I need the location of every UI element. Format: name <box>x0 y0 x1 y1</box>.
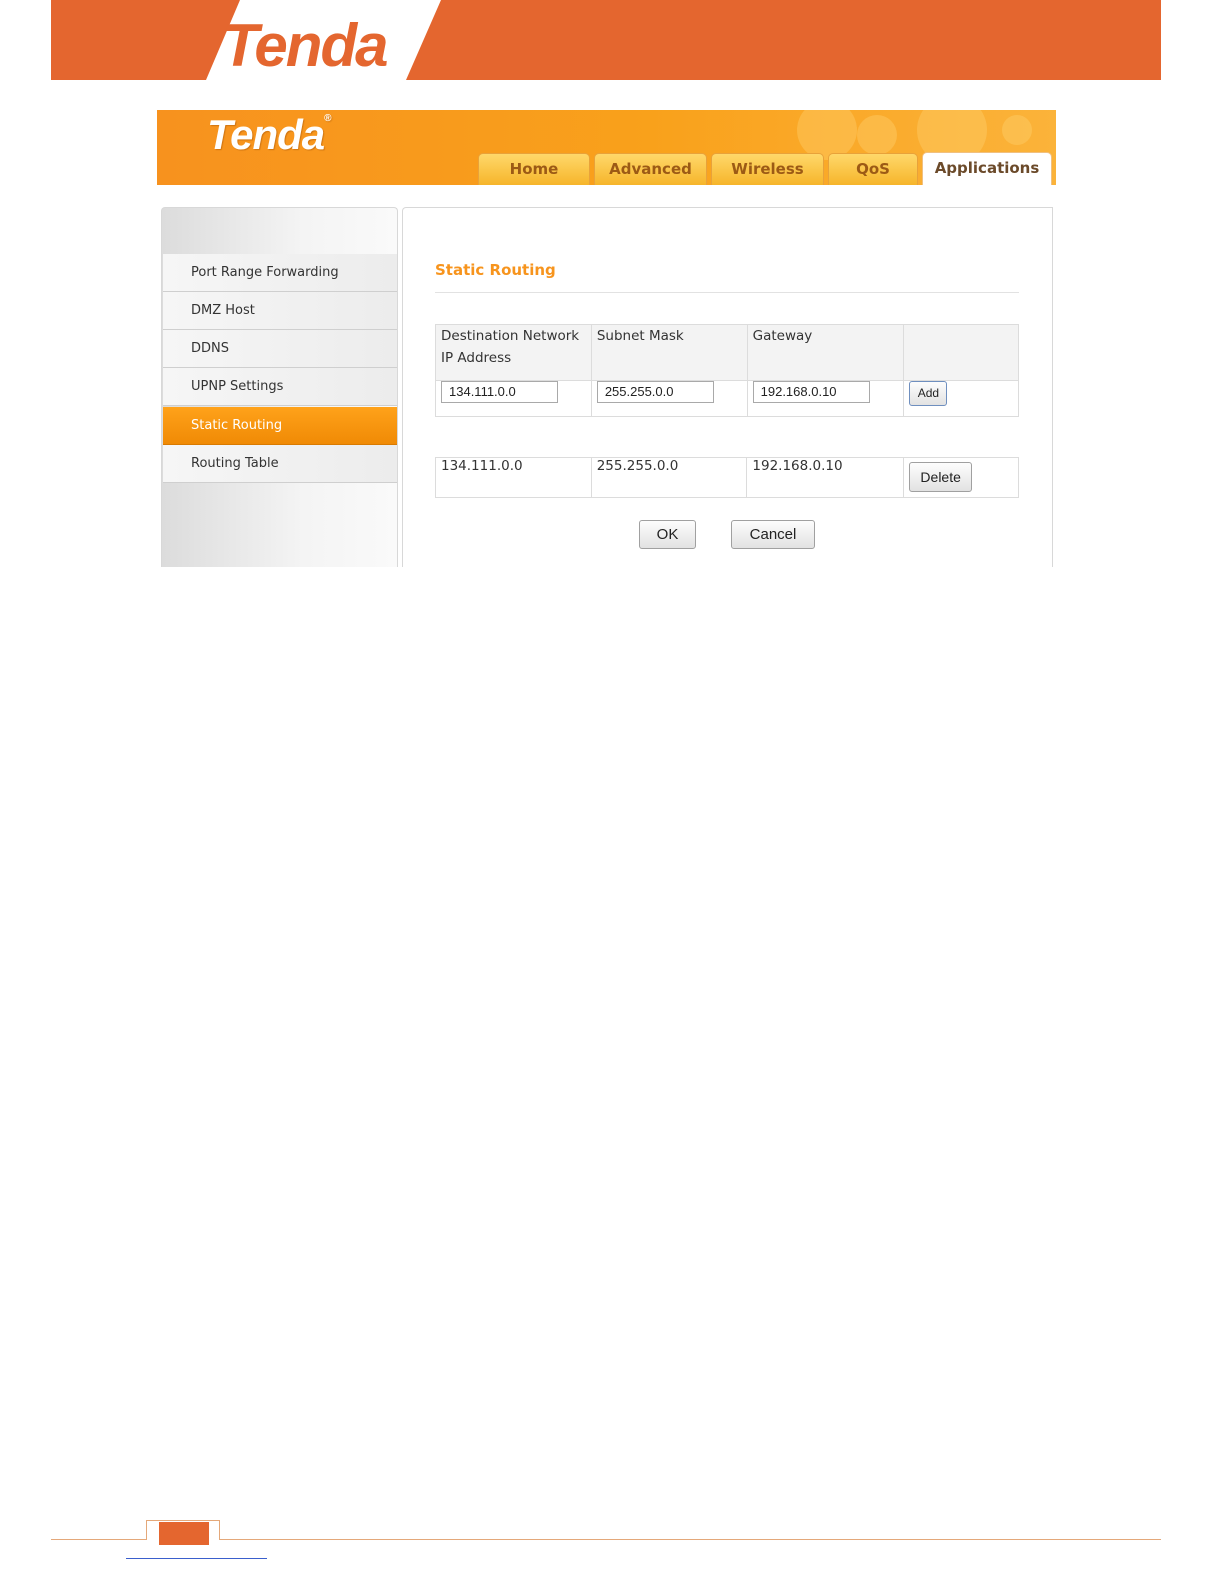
route-action-cell: Delete <box>903 457 1019 498</box>
router-logo: Tenda® <box>207 111 332 158</box>
sidebar-item-port-range-forwarding[interactable]: Port Range Forwarding <box>163 254 397 292</box>
tab-home[interactable]: Home <box>478 153 590 185</box>
route-destination: 134.111.0.0 <box>435 457 592 498</box>
ok-button[interactable]: OK <box>639 520 696 549</box>
cancel-button[interactable]: Cancel <box>731 520 815 549</box>
destination-cell: 134.111.0.0 <box>435 380 592 417</box>
sidebar-item-static-routing[interactable]: Static Routing <box>163 407 397 445</box>
column-header-destination: Destination Network IP Address <box>435 324 592 381</box>
sidebar-item-upnp-settings[interactable]: UPNP Settings <box>163 368 397 406</box>
route-entry-table: Destination Network IP Address Subnet Mas… <box>435 324 1019 417</box>
tab-qos[interactable]: QoS <box>828 153 918 185</box>
tab-wireless[interactable]: Wireless <box>711 153 824 185</box>
sidebar-item-routing-table[interactable]: Routing Table <box>163 445 397 483</box>
table-row: 134.111.0.0 255.255.0.0 192.168.0.10 Del… <box>435 457 1019 498</box>
delete-button[interactable]: Delete <box>909 462 973 492</box>
gateway-cell: 192.168.0.10 <box>746 380 905 417</box>
document-logo: Tenda <box>222 12 388 79</box>
route-list-table: 134.111.0.0 255.255.0.0 192.168.0.10 Del… <box>435 457 1019 498</box>
column-header-action <box>903 324 1019 381</box>
footer-link-underline[interactable] <box>126 1558 267 1559</box>
title-divider <box>435 292 1019 293</box>
route-gateway: 192.168.0.10 <box>746 457 905 498</box>
destination-ip-input[interactable]: 134.111.0.0 <box>441 381 558 403</box>
sidebar-item-dmz-host[interactable]: DMZ Host <box>163 292 397 330</box>
add-button[interactable]: Add <box>909 381 948 406</box>
column-header-subnet-mask: Subnet Mask <box>590 324 748 381</box>
add-cell: Add <box>903 380 1019 417</box>
subnet-mask-input[interactable]: 255.255.0.0 <box>596 381 714 403</box>
gateway-input[interactable]: 192.168.0.10 <box>752 381 870 403</box>
footer-page-marker <box>159 1522 209 1545</box>
column-header-gateway: Gateway <box>746 324 905 381</box>
tab-applications[interactable]: Applications <box>922 152 1052 185</box>
route-subnet-mask: 255.255.0.0 <box>590 457 748 498</box>
sidebar-item-ddns[interactable]: DDNS <box>163 330 397 368</box>
page-title: Static Routing <box>435 261 556 279</box>
tab-advanced[interactable]: Advanced <box>594 153 707 185</box>
subnet-mask-cell: 255.255.0.0 <box>590 380 748 417</box>
